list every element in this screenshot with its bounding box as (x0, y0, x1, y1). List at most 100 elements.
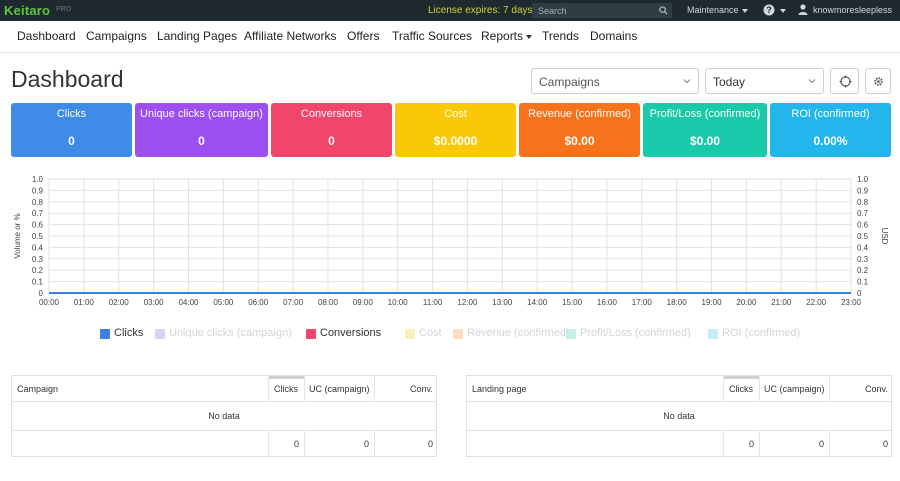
nav-domains[interactable]: Domains (590, 29, 637, 43)
nav-campaigns[interactable]: Campaigns (86, 29, 147, 43)
nav-offers[interactable]: Offers (347, 29, 379, 43)
totals-row: 0 0 0 (467, 431, 891, 457)
chevron-down-icon (780, 9, 786, 13)
landing-page-table: Landing page Clicks UC (campaign) Conv. … (466, 375, 892, 457)
col-divider (304, 376, 305, 402)
col-divider (759, 376, 760, 402)
col-divider (374, 376, 375, 402)
y-tick-label: 0.3 (32, 255, 44, 264)
nav-landing-pages[interactable]: Landing Pages (157, 29, 237, 43)
x-tick-label: 18:00 (667, 298, 688, 307)
metric-label: Clicks (56, 108, 87, 120)
y-axis-label: Volume or % (13, 213, 22, 258)
nav-traffic-sources[interactable]: Traffic Sources (392, 29, 472, 43)
x-tick-label: 00:00 (39, 298, 60, 307)
total-conv: 0 (882, 439, 888, 449)
period-select[interactable]: Today (705, 68, 824, 94)
x-tick-label: 13:00 (492, 298, 513, 307)
x-tick-label: 01:00 (74, 298, 95, 307)
maintenance-menu[interactable]: Maintenance (687, 5, 748, 15)
totals-row: 0 0 0 (12, 431, 436, 457)
svg-text:?: ? (766, 5, 772, 15)
chevron-down-icon (683, 79, 691, 84)
col-divider (759, 431, 760, 457)
legend-swatch (566, 329, 576, 339)
y2-tick-label: 0.4 (857, 243, 869, 252)
col-divider (304, 431, 305, 457)
col-conv[interactable]: Conv. (410, 376, 433, 402)
metric-value: $0.00 (564, 134, 595, 148)
nav-affiliate-networks[interactable]: Affiliate Networks (244, 29, 336, 43)
x-tick-label: 06:00 (248, 298, 269, 307)
metric-label: Unique clicks (campaign) (140, 108, 263, 120)
metric-label: ROI (confirmed) (791, 108, 870, 120)
settings-button[interactable] (865, 68, 891, 94)
legend-swatch (708, 329, 718, 339)
metric-value: 0 (68, 134, 75, 148)
y2-tick-label: 0.9 (857, 186, 869, 195)
x-tick-label: 14:00 (527, 298, 548, 307)
y-tick-label: 0.7 (32, 209, 44, 218)
col-clicks[interactable]: Clicks (274, 376, 298, 402)
metric-card-clicks[interactable]: Clicks 0 (11, 103, 132, 157)
page-title: Dashboard (11, 66, 124, 92)
legend-swatch (453, 329, 463, 339)
app-logo[interactable]: Keitaro (4, 3, 50, 18)
y2-tick-label: 0.3 (857, 255, 869, 264)
col-divider (723, 431, 724, 457)
metric-label: Revenue (confirmed) (528, 108, 631, 120)
col-uc-campaign[interactable]: UC (campaign) (764, 376, 825, 402)
legend-label: Clicks (114, 327, 144, 339)
y-tick-label: 0.8 (32, 198, 44, 207)
legend-label: Revenue (confirmed) (467, 327, 570, 339)
metric-card-unique-clicks[interactable]: Unique clicks (campaign) 0 (135, 103, 268, 157)
x-tick-label: 09:00 (353, 298, 374, 307)
col-clicks[interactable]: Clicks (729, 376, 753, 402)
search-icon[interactable] (659, 6, 668, 15)
nav-dashboard[interactable]: Dashboard (17, 29, 76, 43)
user-icon (798, 4, 808, 15)
total-clicks: 0 (293, 439, 299, 449)
col-landing-page[interactable]: Landing page (472, 376, 527, 402)
x-tick-label: 04:00 (178, 298, 199, 307)
metric-label: Conversions (300, 108, 363, 120)
metric-card-cost[interactable]: Cost $0.0000 (395, 103, 516, 157)
metric-card-conversions[interactable]: Conversions 0 (271, 103, 392, 157)
col-divider (268, 431, 269, 457)
y-tick-label: 0.6 (32, 221, 44, 230)
legend-label: Unique clicks (campaign) (169, 327, 292, 339)
search-input[interactable] (538, 3, 656, 18)
x-tick-label: 17:00 (632, 298, 653, 307)
refresh-button[interactable] (830, 68, 859, 94)
metric-value: 0.00% (813, 134, 848, 148)
x-tick-label: 11:00 (423, 298, 443, 307)
legend-swatch (405, 329, 415, 339)
legend-label: Conversions (320, 327, 382, 339)
metric-value: 0 (198, 134, 205, 148)
col-divider (268, 376, 269, 402)
legend-label: Cost (419, 327, 442, 339)
metric-card-profit-loss[interactable]: Profit/Loss (confirmed) $0.00 (643, 103, 767, 157)
x-tick-label: 21:00 (771, 298, 792, 307)
nav-trends[interactable]: Trends (542, 29, 579, 43)
metric-card-roi[interactable]: ROI (confirmed) 0.00% (770, 103, 891, 157)
y2-tick-label: 0.6 (857, 221, 869, 230)
help-icon: ? (763, 4, 775, 16)
col-conv[interactable]: Conv. (865, 376, 888, 402)
metric-value: $0.0000 (433, 134, 478, 148)
x-tick-label: 02:00 (109, 298, 130, 307)
col-campaign[interactable]: Campaign (17, 376, 58, 402)
metric-card-revenue[interactable]: Revenue (confirmed) $0.00 (519, 103, 640, 157)
search-box[interactable] (532, 3, 672, 18)
chart-ticks: 0 0 0.1 0.1 0.2 0.2 0.3 0.3 0.4 0.4 0.5 0.5 0.6 0.6 0.… (32, 175, 869, 307)
user-menu[interactable]: knowmoresleepless (813, 5, 892, 15)
col-uc-campaign[interactable]: UC (campaign) (309, 376, 370, 402)
x-tick-label: 22:00 (806, 298, 827, 307)
license-status[interactable]: License expires: 7 days (428, 5, 533, 16)
col-divider (829, 431, 830, 457)
x-tick-label: 15:00 (562, 298, 583, 307)
help-menu[interactable]: ? (763, 3, 786, 18)
x-tick-label: 20:00 (736, 298, 757, 307)
nav-reports[interactable]: Reports (481, 29, 533, 43)
group-by-select[interactable]: Campaigns (531, 68, 699, 94)
